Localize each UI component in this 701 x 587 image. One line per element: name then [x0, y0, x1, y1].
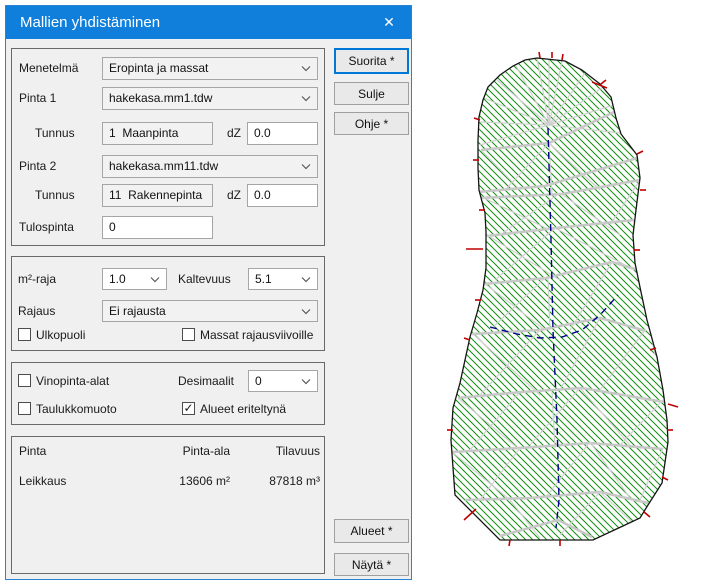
kaltevuus-value: 5.1 — [255, 272, 272, 286]
kaltevuus-select[interactable]: 5.1 — [248, 268, 318, 290]
dz1-label: dZ — [227, 122, 241, 145]
dz2-input[interactable]: 0.0 — [247, 184, 318, 207]
chevron-down-icon — [301, 309, 311, 315]
vinopinta-checkbox[interactable] — [18, 374, 31, 387]
window-title: Mallien yhdistäminen — [20, 6, 160, 39]
titlebar[interactable]: Mallien yhdistäminen ✕ — [6, 6, 411, 39]
chevron-down-icon — [150, 277, 160, 283]
result-cell: 87818 m³ — [230, 474, 320, 488]
kaltevuus-label: Kaltevuus — [178, 268, 231, 291]
results-header-pinta-ala: Pinta-ala — [139, 444, 230, 458]
chevron-down-icon — [301, 277, 311, 283]
m2raja-value: 1.0 — [109, 272, 126, 286]
massat-checkbox[interactable] — [182, 328, 195, 341]
pinta2-select[interactable]: hakekasa.mm11.tdw — [102, 155, 318, 178]
taulukko-label: Taulukkomuoto — [36, 402, 117, 416]
group-results: Pinta Pinta-ala Tilavuus Leikkaus13606 m… — [11, 436, 325, 574]
desimaalit-label: Desimaalit — [178, 370, 234, 392]
tunnus1-label: Tunnus — [35, 122, 75, 145]
tunnus2-label: Tunnus — [35, 184, 75, 207]
tulospinta-input[interactable]: 0 — [102, 216, 213, 239]
tulospinta-label: Tulospinta — [19, 216, 74, 239]
menetelma-select[interactable]: Eropinta ja massat — [102, 57, 318, 80]
ulkopuoli-label: Ulkopuoli — [36, 328, 85, 342]
nayta-button[interactable]: Näytä * — [334, 553, 409, 576]
ohje-button[interactable]: Ohje * — [334, 112, 409, 135]
rajaus-label: Rajaus — [18, 300, 55, 323]
chevron-down-icon — [301, 96, 311, 102]
tunnus2-field[interactable]: 11 Rakennepinta — [102, 184, 213, 207]
result-cell: Leikkaus — [19, 474, 139, 488]
massat-label: Massat rajausviivoille — [200, 328, 313, 342]
rajaus-select[interactable]: Ei rajausta — [102, 300, 318, 322]
desimaalit-value: 0 — [255, 374, 262, 388]
menetelma-label: Menetelmä — [19, 57, 78, 80]
dialog-mallien-yhdistaminen: Mallien yhdistäminen ✕ Menetelmä Eropint… — [5, 5, 412, 580]
pinta2-label: Pinta 2 — [19, 155, 56, 178]
close-button[interactable]: ✕ — [367, 6, 411, 39]
sulje-button[interactable]: Sulje — [334, 82, 409, 105]
vinopinta-label: Vinopinta-alat — [36, 374, 109, 388]
dz2-label: dZ — [227, 184, 241, 207]
tunnus1-field[interactable]: 1 Maanpinta — [102, 122, 213, 145]
pinta1-label: Pinta 1 — [19, 87, 56, 110]
desimaalit-select[interactable]: 0 — [248, 370, 318, 392]
pinta1-select[interactable]: hakekasa.mm1.tdw — [102, 87, 318, 110]
alueet-eriteltyna-label: Alueet eriteltynä — [200, 402, 286, 416]
chevron-down-icon — [301, 66, 311, 72]
ulkopuoli-checkbox[interactable] — [18, 328, 31, 341]
pinta1-value: hakekasa.mm1.tdw — [109, 91, 212, 105]
m2raja-select[interactable]: 1.0 — [102, 268, 167, 290]
results-rows: Leikkaus13606 m²87818 m³ — [19, 474, 320, 504]
result-row: Leikkaus13606 m²87818 m³ — [19, 474, 320, 488]
suorita-button[interactable]: Suorita * — [334, 48, 409, 74]
alueet-eriteltyna-checkbox[interactable] — [182, 402, 195, 415]
pinta2-value: hakekasa.mm11.tdw — [109, 159, 218, 173]
result-cell: 13606 m² — [139, 474, 230, 488]
menetelma-value: Eropinta ja massat — [109, 61, 208, 75]
results-header: Pinta Pinta-ala Tilavuus — [19, 444, 320, 458]
alueet-button[interactable]: Alueet * — [334, 519, 409, 543]
dz1-input[interactable]: 0.0 — [247, 122, 318, 145]
chevron-down-icon — [301, 164, 311, 170]
results-header-pinta: Pinta — [19, 444, 139, 458]
close-icon: ✕ — [383, 14, 395, 30]
rajaus-value: Ei rajausta — [109, 304, 166, 318]
taulukko-checkbox[interactable] — [18, 402, 31, 415]
chevron-down-icon — [301, 379, 311, 385]
results-header-tilavuus: Tilavuus — [230, 444, 320, 458]
m2raja-label: m²-raja — [18, 268, 56, 291]
